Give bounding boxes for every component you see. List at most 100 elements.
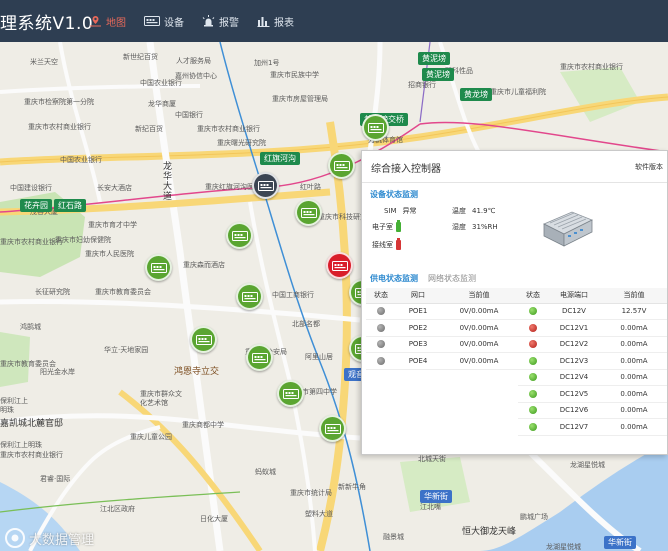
temperature-label: 温度: [452, 207, 466, 215]
map-label: 新新牛角: [338, 483, 366, 491]
map-label: 重庆市农村商业银行: [28, 123, 91, 131]
port-cell: DC12V4: [548, 369, 600, 386]
map-label: 新纪百货: [135, 125, 163, 133]
metro-station-badge: 华新街: [420, 490, 452, 503]
sim-label: SIM: [384, 207, 397, 215]
column-header: 网口: [396, 288, 440, 304]
table-row: POE3 0V/0.00mA: [366, 336, 518, 353]
map-label: 重庆曙光研究院: [217, 139, 266, 147]
map-label: 重庆市育才中学: [88, 221, 137, 229]
map-label: 重庆市检察院第一分院: [24, 98, 94, 106]
status-lamp-icon: [529, 323, 537, 332]
metro-station-badge: 黄泥塝: [422, 68, 454, 81]
value-cell: 0V/0.00mA: [440, 319, 518, 337]
door1-status: 电子室: [372, 220, 401, 232]
nav-map[interactable]: 地图: [80, 0, 135, 42]
map-label: 嘉凯城北麓官邸: [0, 419, 64, 429]
nav-alarm-label: 报警: [219, 17, 239, 29]
map-label: 中国建设银行: [10, 184, 52, 192]
table-row: DC12V7 0.00mA: [518, 418, 667, 436]
device-icon: [367, 122, 384, 133]
value-cell: 0.00mA: [600, 418, 667, 436]
map-label: 北城天街: [418, 455, 446, 463]
software-version-label: 软件版本: [635, 163, 663, 171]
status-cell: [518, 369, 548, 386]
map-label: 红叶路: [300, 183, 321, 191]
map-label: 重庆市统计局: [290, 489, 332, 497]
device-icon: [282, 388, 299, 399]
metro-station-badge: 华新街: [604, 536, 636, 549]
device-marker[interactable]: [362, 114, 389, 141]
port-cell: DC12V5: [548, 385, 600, 403]
tab-network-monitor[interactable]: 网络状态监测: [428, 273, 476, 284]
port-cell: POE1: [396, 303, 440, 320]
nav-alarm[interactable]: 报警: [193, 0, 248, 42]
table-row: POE4 0V/0.00mA: [366, 352, 518, 370]
device-marker[interactable]: [236, 283, 263, 310]
door2-status: 接线室: [372, 238, 401, 250]
panel-title: 综合接入控制器: [371, 164, 441, 175]
table-row: POE1 0V/0.00mA: [366, 303, 518, 320]
main-nav: 地图 设备 报警 报表: [80, 0, 303, 42]
monitor-tabs: 供电状态监测 网络状态监测: [370, 273, 486, 284]
table-row: DC12V3 0.00mA: [518, 352, 667, 370]
status-cell: [518, 385, 548, 403]
port-cell: DC12V: [548, 303, 600, 320]
metro-station-badge: 红石路: [54, 199, 86, 212]
device-marker[interactable]: [277, 380, 304, 407]
map-label: 重庆森而酒店: [183, 261, 225, 269]
map-label: 重庆市农村商业银行: [560, 63, 623, 71]
device-marker[interactable]: [246, 344, 273, 371]
map-label: 蚂蚁城: [255, 468, 276, 476]
map-label: 新世纪百货: [123, 53, 158, 61]
nav-map-label: 地图: [106, 17, 126, 29]
device-marker[interactable]: [328, 152, 355, 179]
value-cell: 0.00mA: [600, 369, 667, 386]
map-icon: [90, 16, 101, 27]
table-row: DC12V1 0.00mA: [518, 319, 667, 337]
map-label: 重庆市妇幼保健院: [55, 236, 111, 244]
status-lamp-icon: [529, 307, 537, 316]
map-label: 恒大御龙天峰: [462, 527, 517, 537]
device-icon: [300, 207, 317, 218]
device-marker[interactable]: [190, 326, 217, 353]
nav-device[interactable]: 设备: [135, 0, 193, 42]
map-label: 人才服务局: [176, 57, 211, 65]
device-marker-alarm[interactable]: [326, 252, 353, 279]
status-lamp-icon: [377, 356, 385, 365]
table-row: POE2 0V/0.00mA: [366, 319, 518, 337]
device-icon: [331, 260, 348, 271]
device-marker[interactable]: [145, 254, 172, 281]
status-cell: [366, 352, 396, 370]
nav-report[interactable]: 报表: [248, 0, 303, 42]
map-label: 长安大酒店: [97, 184, 132, 192]
device-marker[interactable]: [295, 199, 322, 226]
door2-indicator-icon: [396, 238, 401, 250]
sim-status: SIM 异常: [384, 206, 417, 216]
map-label: 龙华商厦: [148, 100, 176, 108]
map-label: 中国银行: [175, 111, 203, 119]
column-header: 电源端口: [548, 288, 600, 304]
map-label: 米兰天空: [30, 58, 58, 66]
value-cell: 0V/0.00mA: [440, 352, 518, 370]
device-marker-selected[interactable]: [252, 172, 279, 199]
status-lamp-icon: [529, 422, 537, 431]
port-cell: DC12V6: [548, 402, 600, 419]
device-icon: [257, 180, 274, 191]
metro-station-badge: 花卉园: [20, 199, 52, 212]
device-marker[interactable]: [226, 222, 253, 249]
column-header: 状态: [518, 288, 548, 304]
nav-report-label: 报表: [274, 17, 294, 29]
alarm-icon: [202, 15, 215, 27]
tab-power-monitor[interactable]: 供电状态监测: [370, 273, 418, 284]
metro-station-badge: 黄龙塝: [460, 88, 492, 101]
port-cell: POE3: [396, 336, 440, 353]
status-lamp-icon: [529, 356, 537, 365]
device-marker[interactable]: [319, 415, 346, 442]
temperature-value: 41.9℃: [472, 207, 496, 215]
map-label: 中国工商银行: [272, 291, 314, 299]
device-status-section-title: 设备状态监测: [370, 190, 418, 199]
map-label: 重庆市教育委员会: [0, 360, 56, 368]
status-lamp-icon: [377, 340, 385, 349]
map-label: 融景城: [383, 533, 404, 541]
